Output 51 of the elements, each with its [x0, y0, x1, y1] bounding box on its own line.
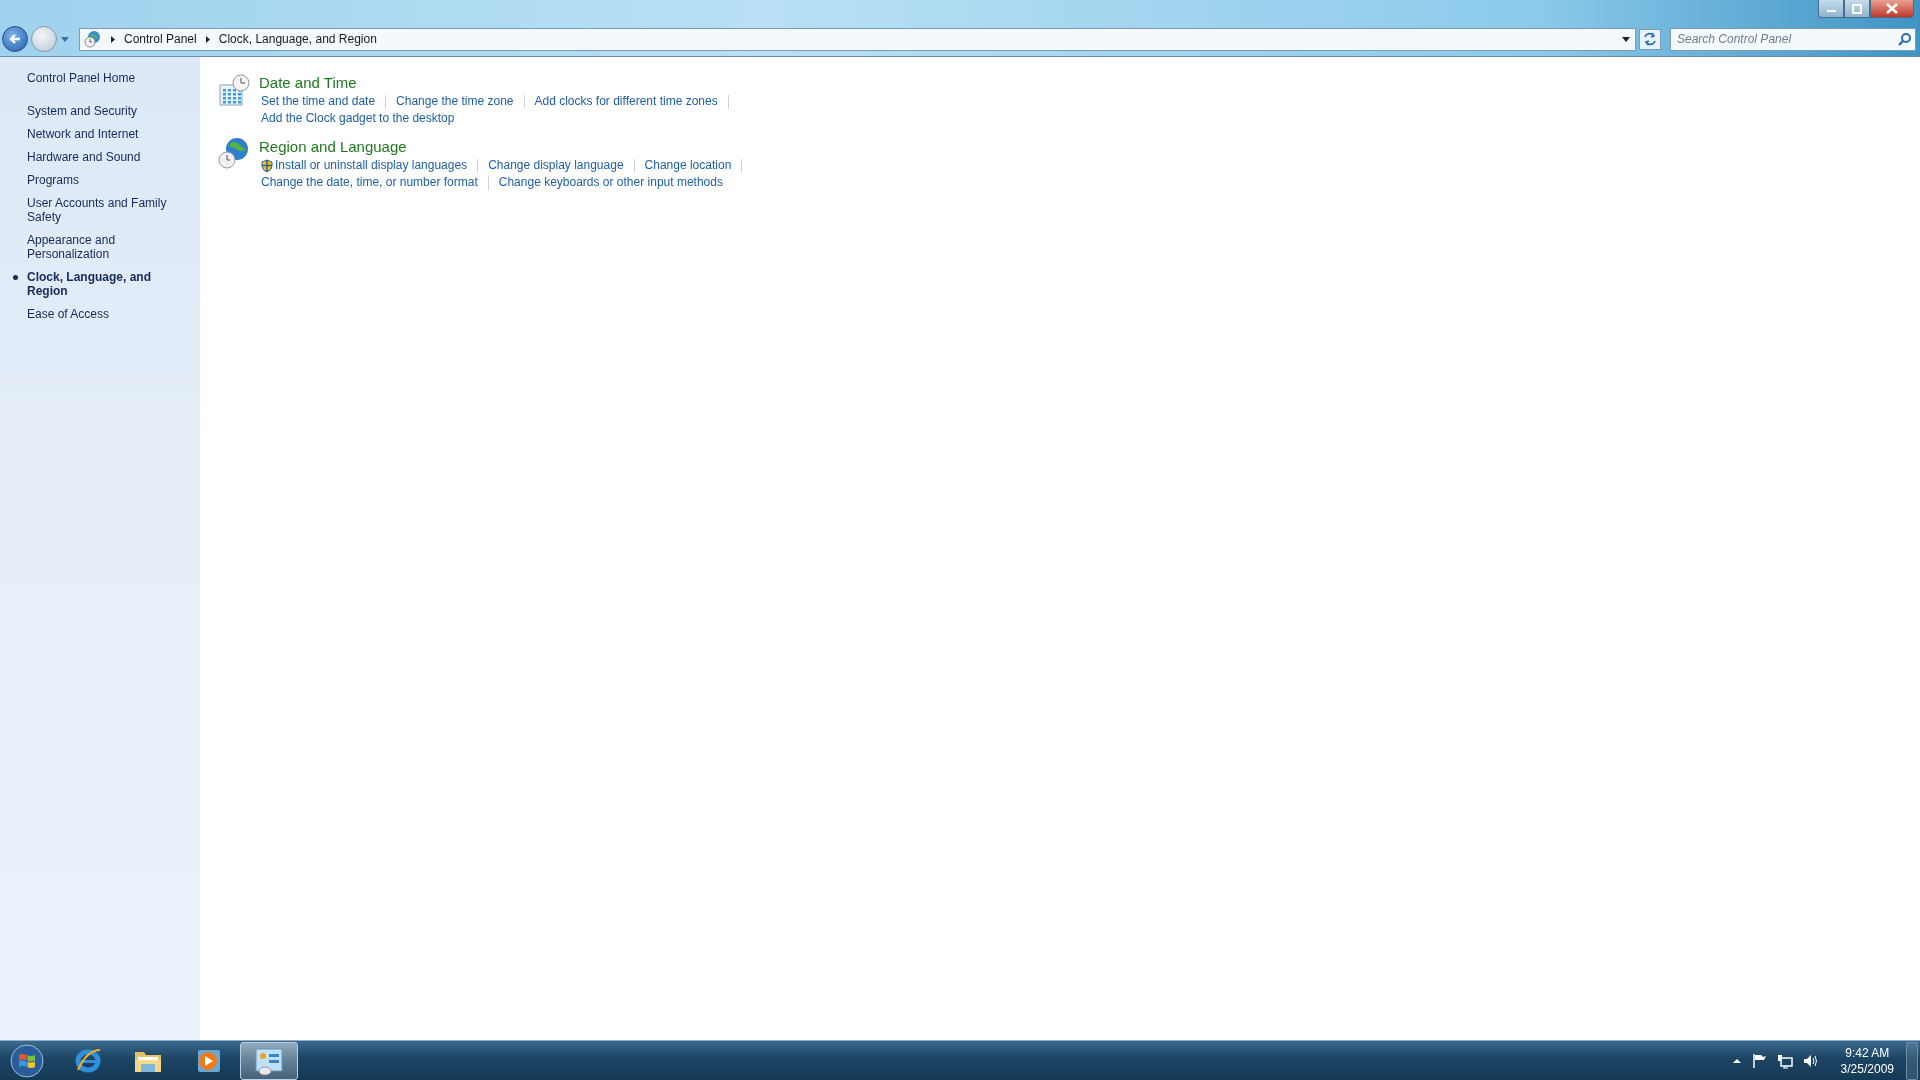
calendar-clock-icon — [218, 73, 250, 107]
control-panel-icon — [84, 30, 102, 48]
sidebar-item[interactable]: User Accounts and Family Safety — [27, 196, 188, 224]
bullet-icon — [13, 275, 18, 280]
chevron-icon — [204, 34, 211, 44]
refresh-icon — [1642, 31, 1658, 47]
minimize-button[interactable] — [1818, 0, 1844, 18]
windows-logo-icon — [10, 1043, 44, 1078]
flag-icon[interactable] — [1751, 1052, 1767, 1069]
back-button[interactable] — [2, 26, 28, 52]
clock-date: 3/25/2009 — [1840, 1060, 1894, 1077]
show-hidden-icons-icon[interactable] — [1731, 1056, 1742, 1065]
maximize-icon — [1852, 3, 1862, 14]
globe-clock-icon — [218, 137, 250, 171]
task-link[interactable]: Add clocks for different time zones — [534, 93, 718, 110]
control-panel-icon — [253, 1045, 285, 1076]
back-arrow-icon — [7, 32, 23, 46]
network-icon[interactable] — [1776, 1052, 1793, 1069]
breadcrumb-item[interactable]: Control Panel — [124, 32, 197, 46]
refresh-button[interactable] — [1639, 28, 1661, 50]
maximize-button[interactable] — [1844, 0, 1870, 18]
sidebar-home-link[interactable]: Control Panel Home — [27, 71, 188, 85]
clock-time: 9:42 AM — [1845, 1044, 1890, 1061]
close-button[interactable] — [1870, 0, 1914, 18]
task-link[interactable]: Change the time zone — [396, 93, 514, 110]
task-link[interactable]: Change the date, time, or number format — [261, 174, 478, 191]
task-link[interactable]: Change display language — [488, 157, 624, 174]
category-title[interactable]: Date and Time — [259, 73, 739, 93]
category-title[interactable]: Region and Language — [259, 137, 753, 157]
search-field[interactable]: Search Control Panel — [1670, 27, 1916, 51]
taskbar-clock[interactable]: 9:42 AM 3/25/2009 — [1840, 1044, 1894, 1077]
search-icon[interactable] — [1898, 32, 1911, 46]
task-link[interactable]: Add the Clock gadget to the desktop — [261, 110, 455, 127]
taskbar-app-button[interactable] — [240, 1041, 298, 1080]
task-link[interactable]: Change keyboards or other input methods — [498, 174, 723, 191]
close-icon — [1886, 3, 1898, 14]
address-bar[interactable]: Control Panel Clock, Language, and Region — [79, 27, 1636, 51]
sidebar-item[interactable]: Clock, Language, and Region — [27, 270, 188, 298]
task-link[interactable]: Install or uninstall display languages — [261, 157, 468, 174]
breadcrumb-item[interactable]: Clock, Language, and Region — [218, 32, 377, 46]
sidebar-item[interactable]: System and Security — [27, 104, 188, 118]
sidebar-item[interactable]: Appearance and Personalization — [27, 233, 188, 261]
task-link[interactable]: Change location — [644, 157, 732, 174]
dropdown-icon[interactable] — [1621, 35, 1631, 43]
task-link[interactable]: Set the time and date — [261, 93, 376, 110]
dropdown-icon — [60, 35, 70, 43]
sidebar-item[interactable]: Hardware and Sound — [27, 150, 188, 164]
sidebar-item[interactable]: Programs — [27, 173, 188, 187]
sidebar-item[interactable]: Network and Internet — [27, 127, 188, 141]
chevron-icon — [110, 34, 116, 44]
sidebar-item[interactable]: Ease of Access — [27, 307, 188, 321]
